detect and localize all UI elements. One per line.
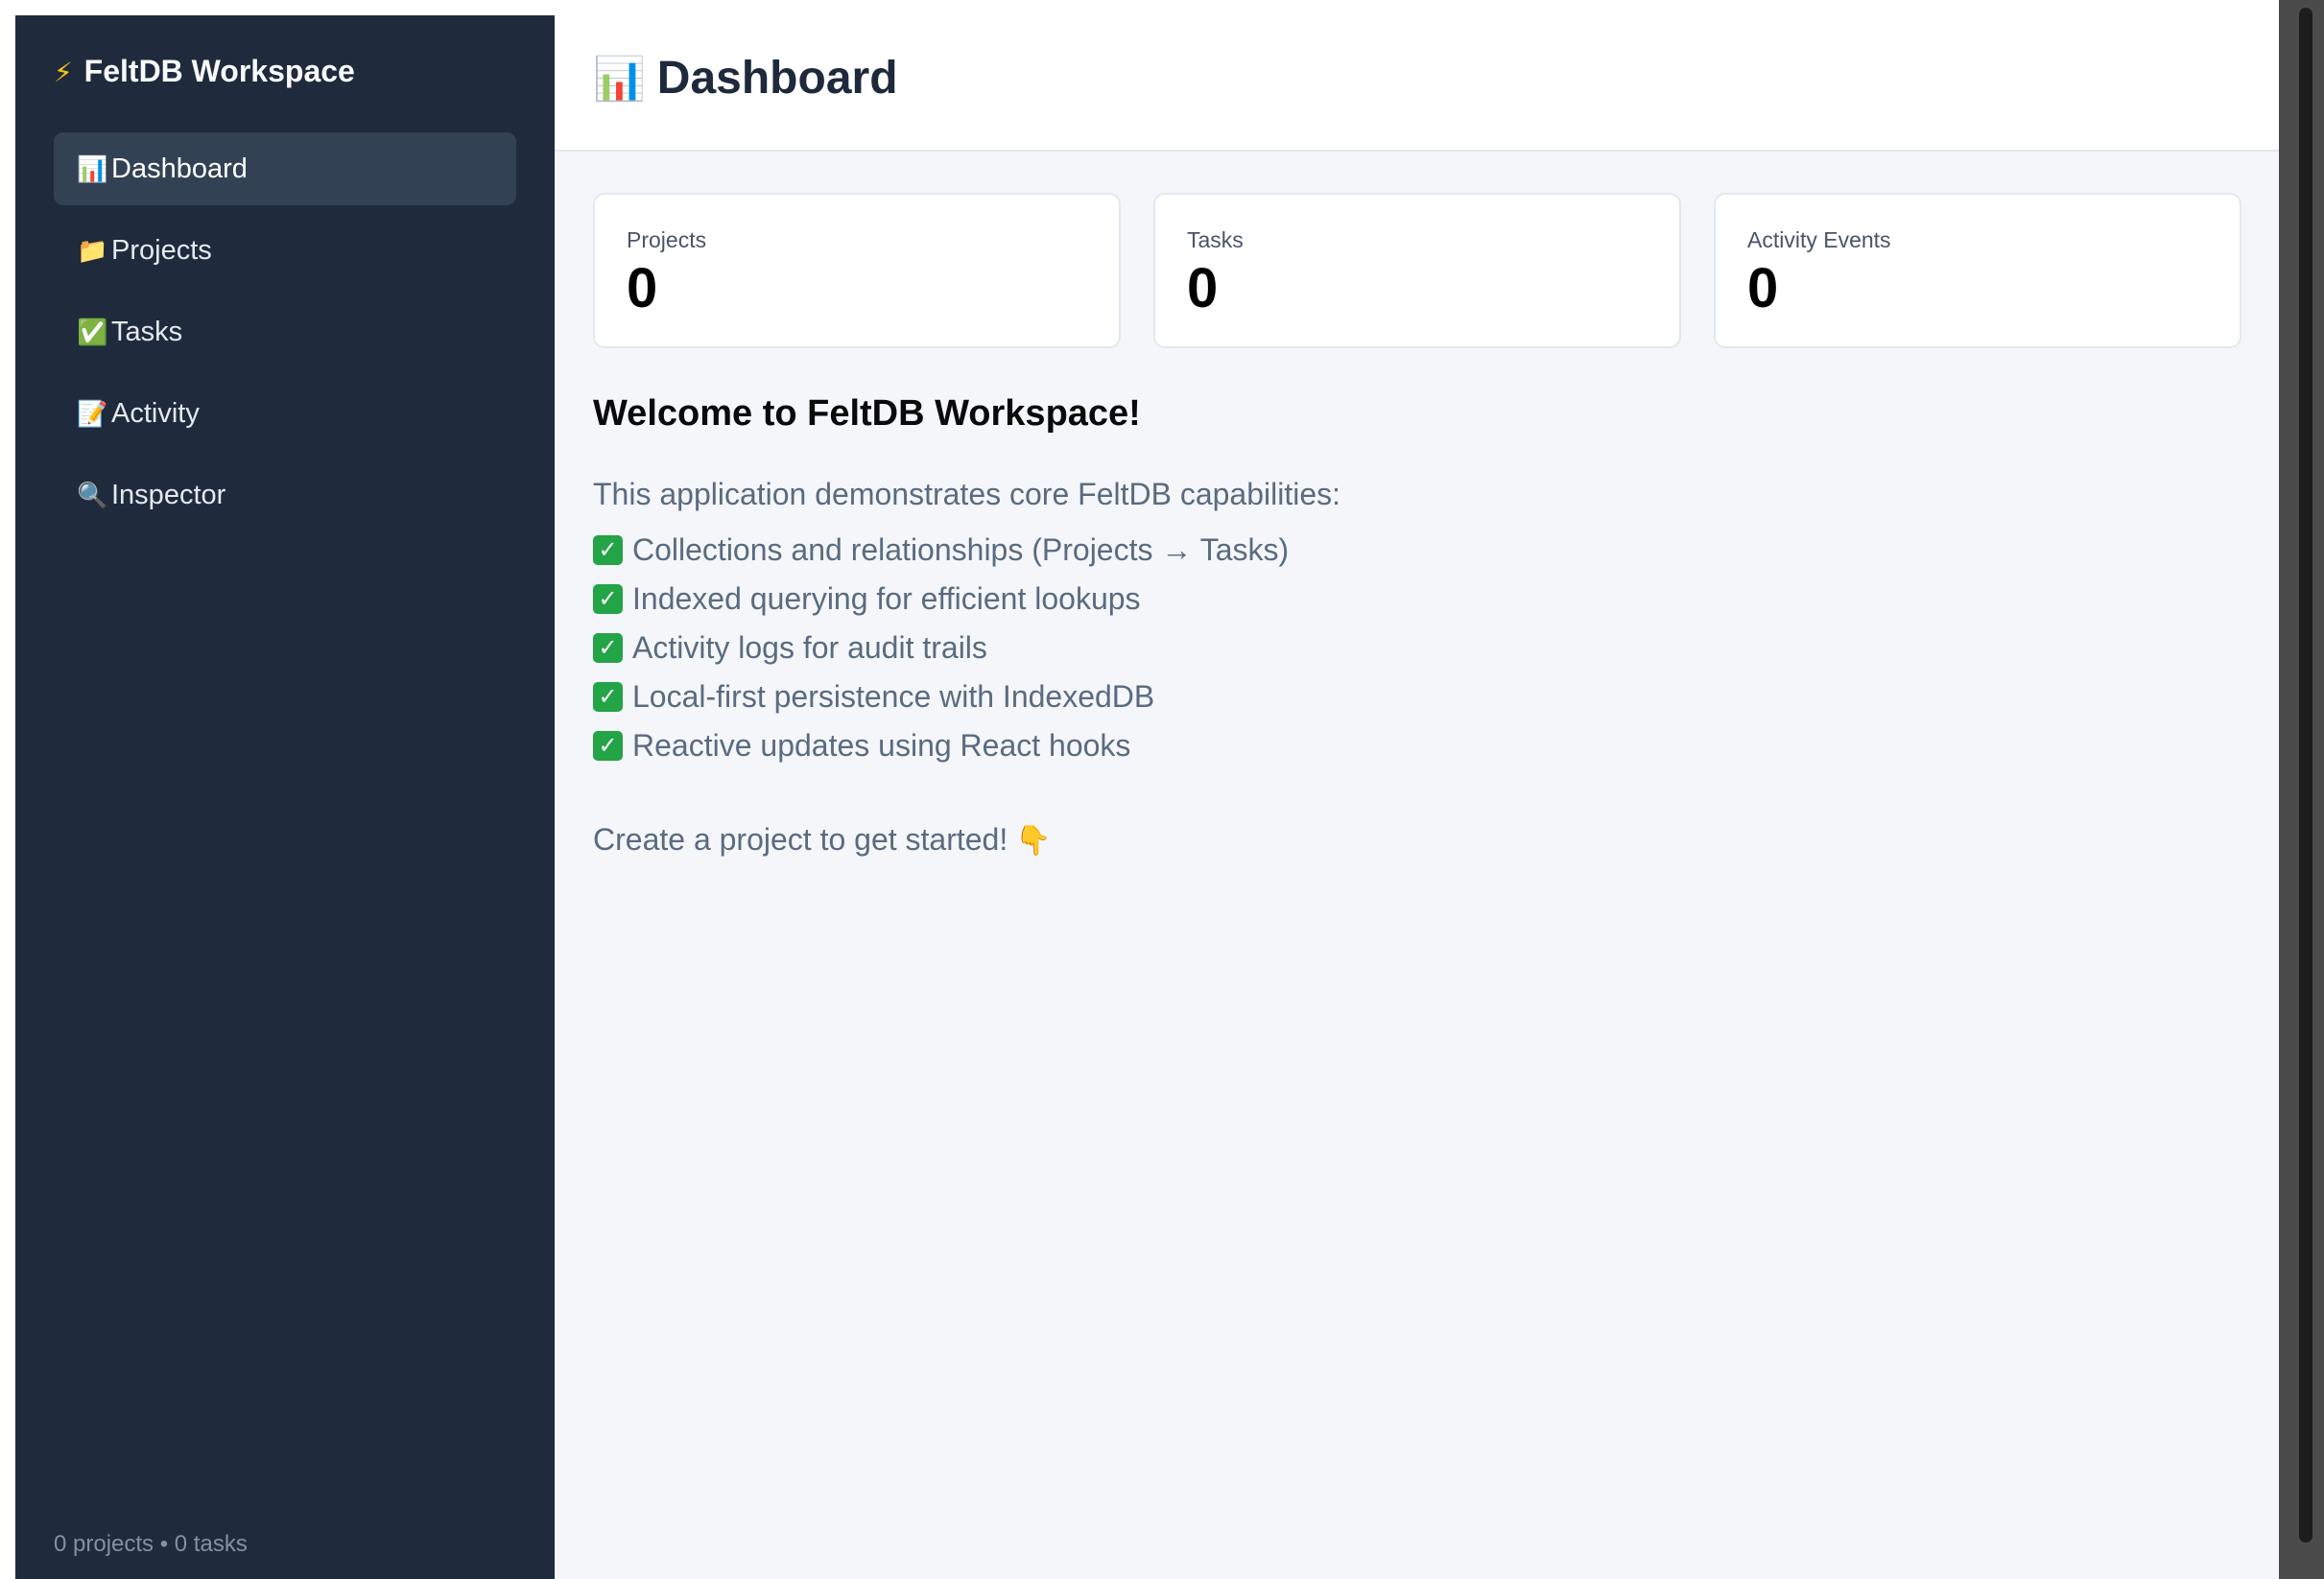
stat-card-projects: Projects 0 [593,193,1121,348]
page-title: 📊 Dashboard [593,52,898,105]
sidebar-item-dashboard[interactable]: 📊 Dashboard [54,132,516,205]
magnifier-icon: 🔍 [77,480,108,509]
sidebar: ⚡ FeltDB Workspace 📊 Dashboard 📁 Projects… [15,15,555,1579]
window-frame-left [0,0,15,1579]
sidebar-item-inspector[interactable]: 🔍 Inspector [54,459,516,531]
sidebar-item-label: Activity [111,397,200,429]
stat-label: Projects [627,227,707,252]
chart-icon: 📊 [593,56,646,103]
sidebar-item-tasks[interactable]: ✅ Tasks [54,295,516,368]
stat-value: 0 [1747,257,1779,319]
list-item: ✓ Activity logs for audit trails [593,624,1289,672]
stat-value: 0 [627,257,658,319]
cta-text: Create a project to get started! [593,822,1008,857]
stats-row: Projects 0 Tasks 0 Activity Events 0 [593,193,2241,348]
vertical-scrollbar[interactable] [2279,0,2324,1579]
page-title-text: Dashboard [656,53,898,104]
feature-text: Reactive updates using React hooks [632,728,1131,763]
memo-icon: 📝 [77,398,108,428]
feature-text: Indexed querying for efficient lookups [632,581,1141,616]
stat-label: Tasks [1187,227,1244,252]
scrollbar-thumb[interactable] [2299,8,2312,1543]
checkmark-icon: ✓ [593,584,623,614]
list-item: ✓ Reactive updates using React hooks [593,721,1289,770]
sidebar-item-activity[interactable]: 📝 Activity [54,377,516,450]
bolt-icon: ⚡ [54,58,73,87]
list-item: ✓ Local-first persistence with IndexedDB [593,672,1289,721]
list-item: ✓ Collections and relationships (Projects… [593,526,1289,575]
checkmark-icon: ✓ [593,633,623,663]
get-started-prompt: Create a project to get started! 👇 [593,822,1052,858]
checkmark-icon: ✓ [593,535,623,565]
app-brand: ⚡ FeltDB Workspace [54,54,355,89]
stat-card-tasks: Tasks 0 [1153,193,1681,348]
sidebar-item-label: Dashboard [111,153,248,184]
chart-icon: 📊 [77,153,108,183]
sidebar-nav: 📊 Dashboard 📁 Projects ✅ Tasks 📝 Activit… [54,132,516,540]
feature-list: ✓ Collections and relationships (Projects… [593,526,1289,770]
feature-text: Local-first persistence with IndexedDB [632,679,1155,714]
folder-icon: 📁 [77,235,108,265]
sidebar-item-label: Tasks [111,316,183,347]
checkmark-icon: ✓ [593,682,623,712]
stat-label: Activity Events [1747,227,1891,252]
sidebar-item-projects[interactable]: 📁 Projects [54,214,516,287]
stat-value: 0 [1187,257,1219,319]
pointing-down-icon: 👇 [1015,825,1052,857]
page-header: 📊 Dashboard [555,0,2279,152]
checkmark-icon: ✓ [593,731,623,761]
sidebar-footer-counts: 0 projects • 0 tasks [54,1531,248,1557]
list-item: ✓ Indexed querying for efficient lookups [593,575,1289,624]
sidebar-item-label: Projects [111,234,212,266]
stat-card-activity-events: Activity Events 0 [1714,193,2241,348]
welcome-intro: This application demonstrates core FeltD… [593,477,1341,511]
welcome-heading: Welcome to FeltDB Workspace! [593,393,1141,434]
main-content: 📊 Dashboard Projects 0 Tasks 0 Activity E… [555,0,2279,1579]
sidebar-item-label: Inspector [111,479,226,510]
feature-text: Activity logs for audit trails [632,630,987,665]
app-title: FeltDB Workspace [83,54,355,88]
check-icon: ✅ [77,317,108,346]
feature-text: Collections and relationships (Projects … [632,532,1290,567]
